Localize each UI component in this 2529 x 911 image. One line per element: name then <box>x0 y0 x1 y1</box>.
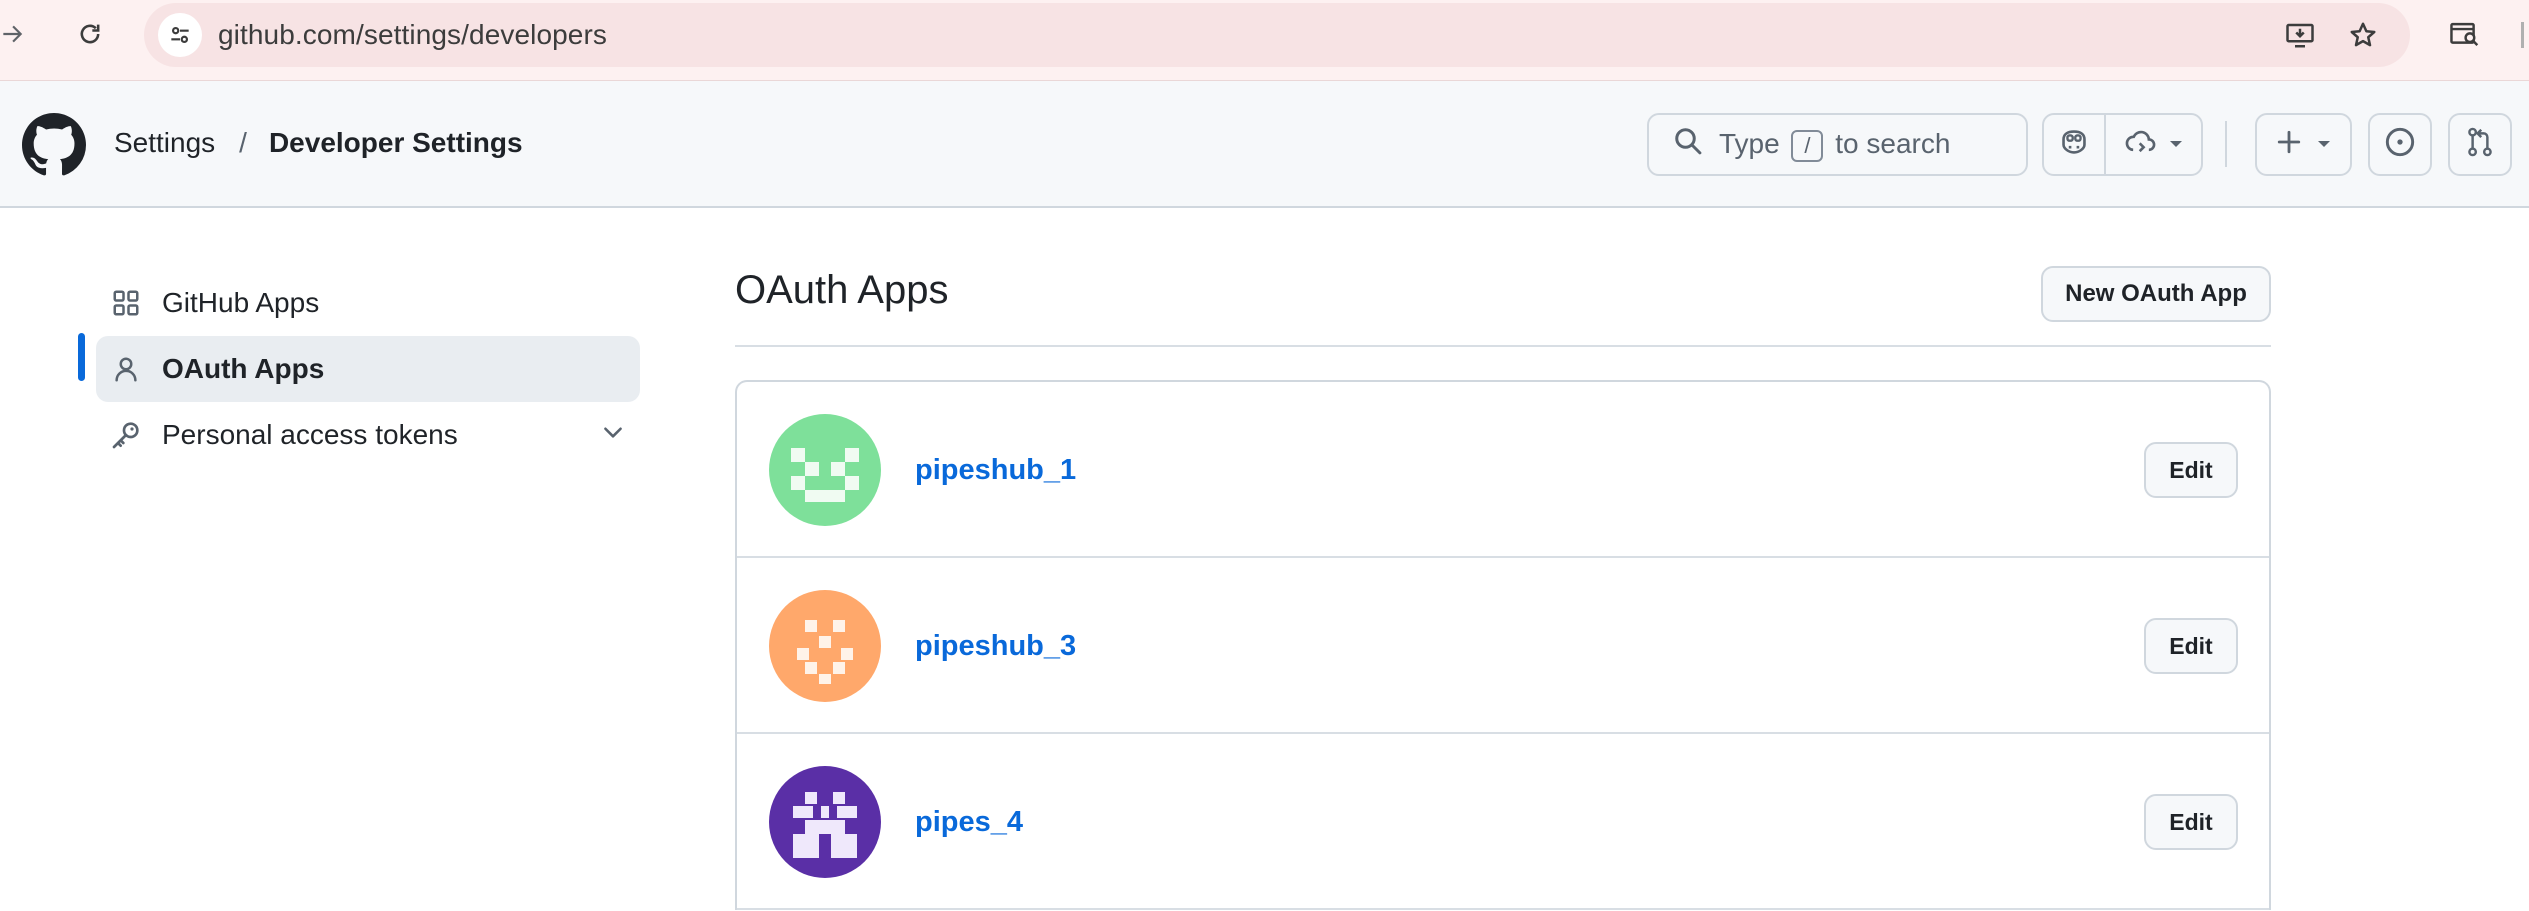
site-info-icon[interactable] <box>158 13 202 57</box>
tab-search-icon[interactable] <box>2443 12 2487 56</box>
edit-button[interactable]: Edit <box>2144 618 2238 674</box>
star-icon[interactable] <box>2341 13 2385 57</box>
key-icon <box>110 419 142 451</box>
breadcrumb-separator: / <box>239 127 247 158</box>
app-avatar <box>769 590 881 702</box>
new-oauth-app-button[interactable]: New OAuth App <box>2041 266 2271 322</box>
sidebar-item-label: GitHub Apps <box>162 287 320 318</box>
person-icon <box>110 353 142 385</box>
copilot-icon <box>2057 127 2091 162</box>
app-avatar <box>769 414 881 526</box>
header-divider <box>2225 121 2227 167</box>
issue-opened-icon <box>2384 126 2416 163</box>
github-header: Settings / Developer Settings Type / to … <box>0 81 2529 208</box>
oauth-app-list: pipeshub_1 Edit pipeshub_3 Edit pipes_4 … <box>735 380 2271 910</box>
search-icon <box>1673 126 1703 163</box>
github-logo-icon[interactable] <box>22 113 86 177</box>
list-item: pipes_4 Edit <box>737 734 2269 910</box>
issues-button[interactable] <box>2368 113 2432 176</box>
pull-requests-button[interactable] <box>2448 113 2512 176</box>
search-placeholder-prefix: Type <box>1719 127 1780 159</box>
search-input[interactable]: Type / to search <box>1647 113 2028 176</box>
chevron-down-icon[interactable] <box>600 419 626 452</box>
forward-icon[interactable] <box>0 12 34 56</box>
address-bar[interactable]: github.com/settings/developers <box>144 3 2410 67</box>
page-title: OAuth Apps <box>735 268 949 312</box>
sidebar-item-label: OAuth Apps <box>162 353 325 384</box>
plus-icon <box>2276 129 2302 160</box>
breadcrumb-settings-link[interactable]: Settings <box>114 127 215 159</box>
breadcrumb-developer-settings[interactable]: Developer Settings <box>269 127 523 159</box>
copilot-button[interactable] <box>2042 113 2106 176</box>
edit-button[interactable]: Edit <box>2144 794 2238 850</box>
app-name-link[interactable]: pipes_4 <box>915 806 1023 839</box>
copilot-dropdown-button[interactable] <box>2104 113 2203 176</box>
search-shortcut-key: / <box>1791 129 1824 162</box>
settings-sidebar: GitHub Apps OAuth Apps Personal access t… <box>78 270 640 468</box>
sidebar-item-personal-access-tokens[interactable]: Personal access tokens <box>78 402 640 468</box>
toolbar-divider <box>2521 22 2524 48</box>
git-pull-request-icon <box>2465 126 2495 163</box>
install-app-icon[interactable] <box>2278 13 2322 57</box>
app-name-link[interactable]: pipeshub_3 <box>915 630 1076 663</box>
apps-grid-icon <box>110 287 142 319</box>
search-placeholder-suffix: to search <box>1835 127 1951 159</box>
url-text[interactable]: github.com/settings/developers <box>218 19 607 51</box>
create-new-button[interactable] <box>2255 113 2352 176</box>
edit-button[interactable]: Edit <box>2144 442 2238 498</box>
breadcrumb: Settings / Developer Settings <box>114 127 523 159</box>
sidebar-item-github-apps[interactable]: GitHub Apps <box>78 270 640 336</box>
title-divider <box>735 345 2271 347</box>
browser-toolbar: github.com/settings/developers <box>0 0 2529 81</box>
list-item: pipeshub_3 Edit <box>737 558 2269 734</box>
reload-icon[interactable] <box>68 12 112 56</box>
list-item: pipeshub_1 Edit <box>737 382 2269 558</box>
sidebar-item-label: Personal access tokens <box>162 419 458 450</box>
app-avatar <box>769 766 881 878</box>
caret-down-icon <box>2316 136 2332 154</box>
sidebar-item-oauth-apps[interactable]: OAuth Apps <box>96 336 640 402</box>
app-name-link[interactable]: pipeshub_1 <box>915 454 1076 487</box>
cloud-icon <box>2124 128 2158 161</box>
caret-down-icon <box>2168 136 2184 154</box>
